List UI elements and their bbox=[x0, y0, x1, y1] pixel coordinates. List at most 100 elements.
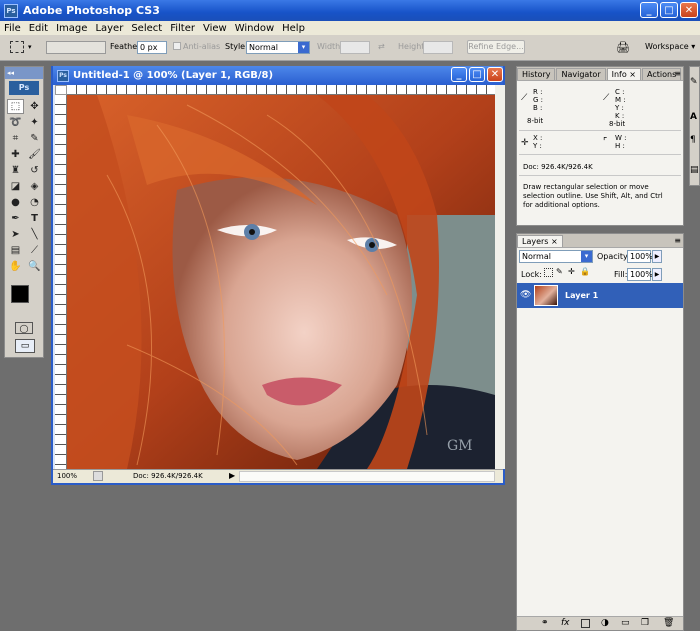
menu-image[interactable]: Image bbox=[56, 23, 87, 34]
workspace-label: Workspace bbox=[645, 42, 689, 51]
close-button[interactable]: ✕ bbox=[680, 2, 698, 18]
vertical-ruler[interactable] bbox=[55, 95, 67, 469]
new-group-icon[interactable]: ▭ bbox=[621, 618, 630, 628]
panel-menu-icon[interactable]: ≡ bbox=[674, 236, 681, 245]
tab-navigator[interactable]: Navigator bbox=[556, 68, 606, 80]
antialias-checkbox[interactable] bbox=[173, 42, 181, 50]
width-input[interactable] bbox=[340, 41, 370, 54]
tool-presets-icon[interactable]: 🖨 bbox=[615, 40, 631, 54]
height-input[interactable] bbox=[423, 41, 453, 54]
feather-input[interactable]: 0 px bbox=[137, 41, 167, 54]
tab-info[interactable]: Info × bbox=[606, 68, 642, 80]
paragraph-panel-icon[interactable]: ¶ bbox=[690, 135, 696, 145]
eye-icon[interactable]: 👁 bbox=[520, 290, 531, 300]
marquee-tool-preset-icon[interactable] bbox=[10, 41, 24, 53]
fill-input[interactable]: 100% bbox=[627, 268, 653, 281]
magic-wand-tool-icon[interactable]: ✦ bbox=[26, 115, 43, 130]
lock-position-icon[interactable]: ✛ bbox=[568, 267, 575, 276]
image-canvas[interactable]: GM bbox=[67, 95, 495, 469]
dodge-tool-icon[interactable]: ◔ bbox=[26, 195, 43, 210]
panel-menu-icon[interactable]: ≡ bbox=[674, 69, 681, 78]
chevron-down-icon[interactable]: ▾ bbox=[581, 251, 592, 262]
ruler-origin[interactable] bbox=[55, 85, 67, 95]
blend-mode-value: Normal bbox=[522, 252, 551, 261]
lock-transparency-icon[interactable] bbox=[544, 268, 553, 277]
healing-brush-tool-icon[interactable]: ✚ bbox=[7, 147, 24, 162]
adjustment-layer-icon[interactable]: ◑ bbox=[601, 618, 609, 628]
chevron-down-icon[interactable]: ▾ bbox=[28, 43, 32, 51]
type-tool-icon[interactable]: T bbox=[26, 211, 43, 226]
doc-maximize-button[interactable]: □ bbox=[469, 67, 485, 82]
paint-bucket-tool-icon[interactable]: ◈ bbox=[26, 179, 43, 194]
crop-tool-icon[interactable]: ⌗ bbox=[7, 131, 24, 146]
menu-help[interactable]: Help bbox=[282, 23, 305, 34]
add-mask-icon[interactable] bbox=[581, 619, 590, 628]
pen-tool-icon[interactable]: ✒ bbox=[7, 211, 24, 226]
notes-tool-icon[interactable]: ▤ bbox=[7, 243, 24, 258]
hand-tool-icon[interactable]: ✋ bbox=[7, 259, 24, 274]
character-panel-icon[interactable]: A bbox=[690, 112, 697, 122]
opacity-label: Opacity: bbox=[597, 252, 630, 261]
blur-tool-icon[interactable]: ● bbox=[7, 195, 24, 210]
layer-style-icon[interactable]: fx bbox=[561, 618, 570, 628]
toolbox-ps-logo[interactable]: Ps bbox=[9, 81, 39, 95]
lock-all-icon[interactable]: 🔒 bbox=[580, 267, 590, 276]
app-title: Adobe Photoshop CS3 bbox=[23, 4, 160, 17]
maximize-button[interactable]: □ bbox=[660, 2, 678, 18]
swatches-panel-icon[interactable]: ▤ bbox=[690, 165, 699, 175]
fill-slider-arrow-icon[interactable]: ▶ bbox=[652, 268, 662, 281]
clone-stamp-tool-icon[interactable]: ♜ bbox=[7, 163, 24, 178]
menu-edit[interactable]: Edit bbox=[29, 23, 48, 34]
menu-window[interactable]: Window bbox=[235, 23, 274, 34]
minimize-button[interactable]: _ bbox=[640, 2, 658, 18]
status-arrow-icon[interactable]: ▶ bbox=[229, 471, 235, 480]
lasso-tool-icon[interactable]: ➰ bbox=[7, 115, 24, 130]
lock-image-icon[interactable]: ✎ bbox=[556, 267, 563, 276]
style-select-value: Normal bbox=[249, 43, 278, 52]
move-tool-icon[interactable]: ✥ bbox=[26, 99, 43, 114]
vertical-scrollbar[interactable] bbox=[495, 85, 505, 469]
link-layers-icon[interactable]: ⚭ bbox=[541, 618, 549, 628]
tab-layers[interactable]: Layers × bbox=[517, 235, 563, 247]
style-select[interactable]: Normal ▾ bbox=[246, 41, 310, 54]
brush-tool-icon[interactable]: 🖌 bbox=[26, 147, 43, 162]
menu-file[interactable]: File bbox=[4, 23, 21, 34]
opacity-slider-arrow-icon[interactable]: ▶ bbox=[652, 250, 662, 263]
status-menu-icon[interactable] bbox=[93, 471, 103, 481]
path-selection-tool-icon[interactable]: ➤ bbox=[7, 227, 24, 242]
antialias-label: Anti-alias bbox=[183, 42, 221, 51]
new-layer-icon[interactable]: ❐ bbox=[641, 618, 649, 628]
zoom-tool-icon[interactable]: 🔍 bbox=[26, 259, 43, 274]
doc-close-button[interactable]: ✕ bbox=[487, 67, 503, 82]
trash-icon[interactable]: 🗑 bbox=[663, 618, 674, 628]
menu-select[interactable]: Select bbox=[131, 23, 162, 34]
quick-mask-icon[interactable]: ◯ bbox=[15, 322, 33, 334]
zoom-level[interactable]: 100% bbox=[57, 472, 77, 480]
swap-icon[interactable]: ⇄ bbox=[378, 42, 385, 51]
menu-view[interactable]: View bbox=[203, 23, 227, 34]
horizontal-ruler[interactable] bbox=[67, 85, 495, 95]
layer-row[interactable]: 👁 Layer 1 bbox=[517, 283, 683, 308]
menu-layer[interactable]: Layer bbox=[95, 23, 123, 34]
eyedropper-tool-icon[interactable]: ⟋ bbox=[26, 243, 43, 258]
selection-mode-buttons[interactable] bbox=[46, 41, 106, 54]
foreground-color-swatch[interactable] bbox=[11, 285, 29, 303]
horizontal-scrollbar[interactable] bbox=[239, 471, 495, 482]
menu-filter[interactable]: Filter bbox=[170, 23, 195, 34]
chevron-down-icon[interactable]: ▾ bbox=[298, 42, 309, 53]
eraser-tool-icon[interactable]: ◪ bbox=[7, 179, 24, 194]
workspace-menu[interactable]: Workspace ▾ bbox=[645, 42, 695, 51]
rectangular-marquee-tool-icon[interactable]: ⬚ bbox=[7, 99, 24, 114]
screen-mode-icon[interactable]: ▭ bbox=[15, 339, 35, 353]
history-brush-tool-icon[interactable]: ↺ bbox=[26, 163, 43, 178]
doc-minimize-button[interactable]: _ bbox=[451, 67, 467, 82]
slice-tool-icon[interactable]: ✎ bbox=[26, 131, 43, 146]
tab-history[interactable]: History bbox=[517, 68, 556, 80]
info-b: B : bbox=[533, 104, 543, 112]
opacity-input[interactable]: 100% bbox=[627, 250, 653, 263]
line-tool-icon[interactable]: ╲ bbox=[26, 227, 43, 242]
blend-mode-select[interactable]: Normal ▾ bbox=[519, 250, 593, 263]
brush-panel-icon[interactable]: ✎ bbox=[690, 77, 698, 87]
refine-edge-button[interactable]: Refine Edge... bbox=[467, 40, 525, 54]
toolbox-collapse-handle[interactable]: ◂◂ bbox=[5, 67, 43, 79]
